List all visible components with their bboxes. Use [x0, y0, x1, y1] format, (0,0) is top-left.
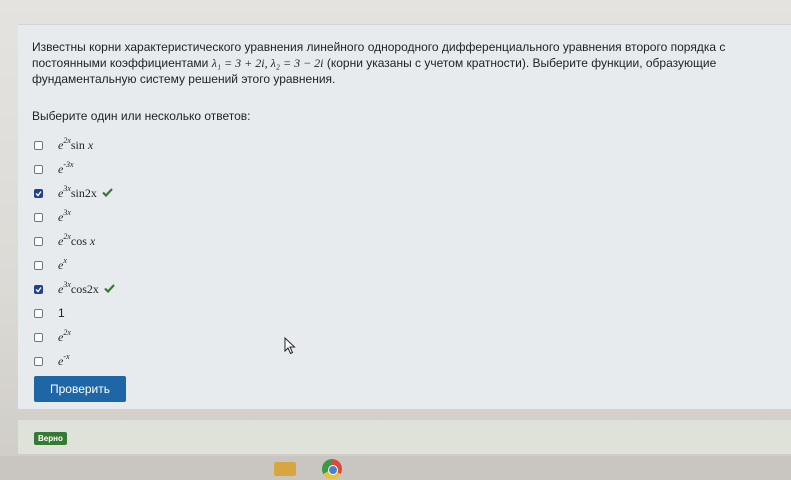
- check-answer-button[interactable]: Проверить: [34, 376, 126, 402]
- correct-badge: Верно: [34, 432, 67, 445]
- option-checkbox[interactable]: [34, 308, 43, 318]
- option-8[interactable]: 1: [34, 301, 334, 325]
- option-checkbox[interactable]: [34, 236, 43, 246]
- option-label: e2xcos x: [58, 231, 96, 248]
- option-7[interactable]: e3xcos2x: [34, 277, 334, 301]
- option-checkbox[interactable]: [34, 332, 43, 342]
- option-label: e3xsin2x: [58, 183, 97, 200]
- option-checkbox[interactable]: [34, 260, 43, 270]
- option-3[interactable]: e3xsin2x: [34, 181, 334, 205]
- taskbar: [0, 456, 791, 480]
- check-icon: [102, 184, 113, 202]
- option-label: e3xcos2x: [58, 279, 99, 296]
- option-checkbox[interactable]: [34, 164, 43, 174]
- screen: Известны корни характеристического уравн…: [0, 0, 791, 480]
- option-label: e-3x: [58, 159, 74, 176]
- option-label: e2x: [58, 327, 71, 344]
- check-icon: [104, 280, 115, 298]
- option-2[interactable]: e-3x: [34, 157, 334, 181]
- option-checkbox[interactable]: [34, 212, 43, 222]
- mouse-cursor-icon: [284, 336, 296, 360]
- option-label: e2xsin x: [58, 135, 94, 152]
- option-checkbox[interactable]: [34, 356, 43, 366]
- question-text: Известны корни характеристического уравн…: [32, 39, 787, 87]
- question-roots: λ₁ = 3 + 2i, λ₂ = 3 − 2i: [211, 56, 324, 70]
- question-card: Известны корни характеристического уравн…: [18, 24, 791, 409]
- option-label: ex: [58, 255, 67, 272]
- option-4[interactable]: e3x: [34, 205, 334, 229]
- option-label: e-x: [58, 351, 70, 368]
- option-5[interactable]: e2xcos x: [34, 229, 334, 253]
- option-1[interactable]: e2xsin x: [34, 133, 334, 157]
- option-checkbox[interactable]: [34, 188, 43, 198]
- feedback-bar: Верно: [18, 420, 791, 454]
- answer-prompt: Выберите один или несколько ответов:: [32, 109, 251, 123]
- option-checkbox[interactable]: [34, 284, 43, 294]
- folder-icon[interactable]: [274, 462, 296, 476]
- option-label: 1: [58, 306, 65, 320]
- option-checkbox[interactable]: [34, 140, 43, 150]
- option-label: e3x: [58, 207, 71, 224]
- chrome-icon[interactable]: [322, 459, 342, 479]
- option-6[interactable]: ex: [34, 253, 334, 277]
